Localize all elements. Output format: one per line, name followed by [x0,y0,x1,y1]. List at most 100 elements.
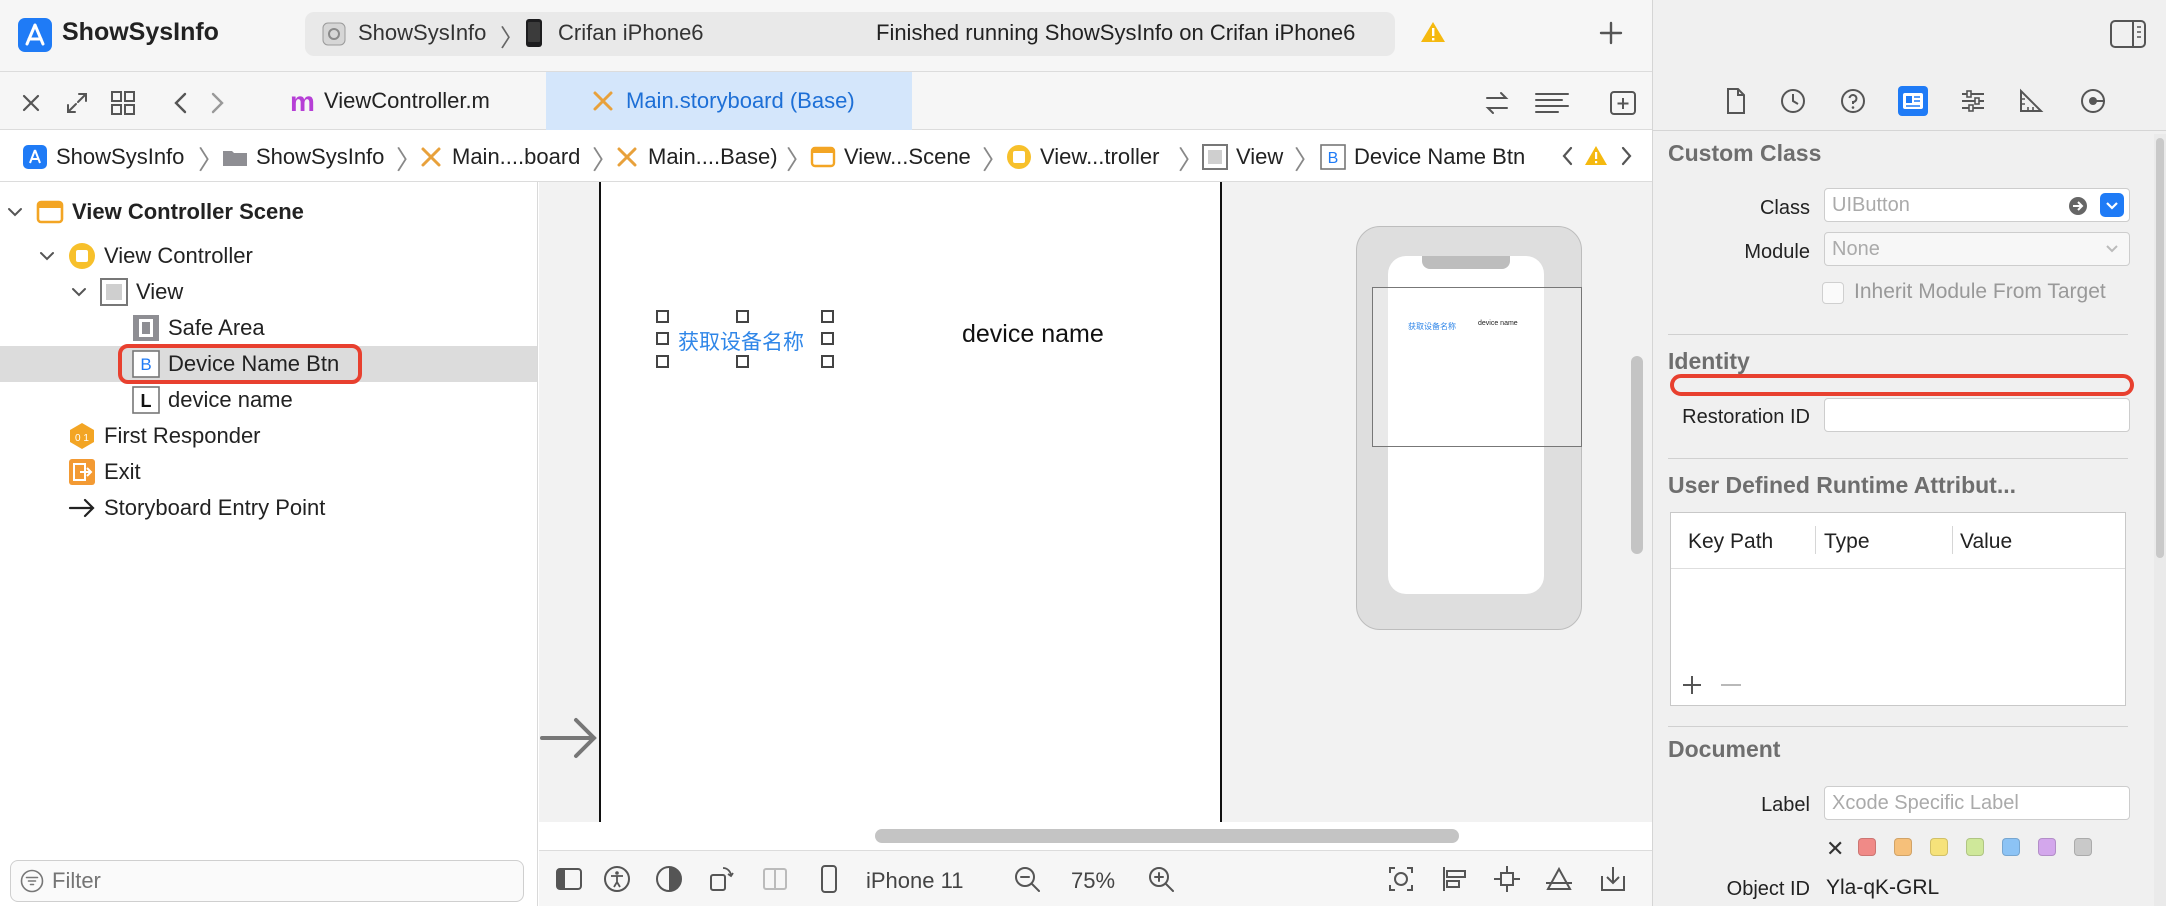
chevron-right-icon: 〉 [1294,145,1321,175]
scheme-selector[interactable]: ShowSysInfo [358,20,486,46]
add-attribute-icon[interactable] [1681,674,1703,696]
appearance-icon[interactable] [654,864,684,894]
device-name-label[interactable]: device name [962,320,1104,349]
related-items-icon[interactable] [108,88,138,118]
resize-handle[interactable] [656,332,669,345]
scheme-target-icon[interactable] [320,20,348,48]
color-swatch[interactable] [1966,838,1984,856]
inherit-module-checkbox[interactable] [1822,282,1844,304]
device-icon[interactable] [814,864,844,894]
outline-row-view-controller[interactable]: View Controller [0,238,537,274]
resize-handle[interactable] [656,310,669,323]
add-constraints-icon[interactable] [1492,864,1522,894]
breadcrumb-storyboard-base[interactable]: Main....Base) [614,142,778,172]
vertical-scrollbar[interactable] [1631,356,1643,554]
close-icon[interactable] [16,88,46,118]
color-swatch[interactable] [1858,838,1876,856]
outline-row-entry-point[interactable]: Storyboard Entry Point [0,490,537,526]
breadcrumb-button[interactable]: B Device Name Btn [1320,142,1525,172]
orientation-icon[interactable] [706,864,736,894]
history-inspector-icon[interactable] [1778,86,1808,116]
module-dropdown-icon[interactable] [2100,236,2124,260]
tab-label[interactable]: Main.storyboard (Base) [626,88,855,114]
next-issue-icon[interactable] [1614,142,1638,170]
zoom-level[interactable]: 75% [1071,868,1115,894]
device-name-button[interactable]: 获取设备名称 [678,326,804,356]
breadcrumb-storyboard[interactable]: Main....board [418,142,580,172]
toggle-outline-icon[interactable] [554,864,584,894]
outline-row-view[interactable]: View [0,274,537,310]
split-view-icon[interactable] [760,864,790,894]
code-review-icon[interactable] [1482,88,1512,118]
device-selector[interactable]: iPhone 11 [866,868,963,894]
remove-attribute-icon[interactable] [1721,684,1741,686]
filter-input[interactable] [52,864,492,898]
back-icon[interactable] [166,88,196,118]
column-header-value[interactable]: Value [1960,530,2012,554]
tab-label[interactable]: ViewController.m [324,88,490,114]
entry-point-arrow-icon[interactable] [540,710,600,766]
no-color-icon[interactable]: ✕ [1826,836,1844,862]
warning-icon[interactable] [1420,20,1446,44]
chevron-down-icon[interactable] [36,245,58,267]
class-dropdown-icon[interactable] [2100,193,2124,217]
size-inspector-icon[interactable] [2016,86,2046,116]
resize-handle[interactable] [821,332,834,345]
resize-handle[interactable] [821,310,834,323]
color-swatch[interactable] [2038,838,2056,856]
zoom-in-icon[interactable] [1146,864,1176,894]
minimap-notch [1422,256,1510,269]
color-swatch[interactable] [2002,838,2020,856]
align-icon[interactable] [1440,864,1470,894]
color-swatch[interactable] [1894,838,1912,856]
chevron-down-icon[interactable] [68,281,90,303]
forward-icon[interactable] [202,88,232,118]
attributes-inspector-icon[interactable] [1958,86,1988,116]
view-controller-frame[interactable] [599,182,1222,822]
identity-inspector-icon[interactable] [1898,86,1928,116]
outline-row-device-name-label[interactable]: L device name [0,382,537,418]
resolve-issues-icon[interactable] [1544,864,1574,894]
chevron-down-icon[interactable] [4,201,26,223]
toggle-inspector-icon[interactable] [2110,20,2146,48]
horizontal-scrollbar[interactable] [875,829,1459,843]
resize-handle[interactable] [821,355,834,368]
iphone-icon [525,18,543,48]
editor-options-icon[interactable] [1534,88,1570,118]
column-header-type[interactable]: Type [1824,530,1870,554]
outline-row-first-responder[interactable]: 0 1 First Responder [0,418,537,454]
column-header-key-path[interactable]: Key Path [1688,530,1773,554]
breadcrumb-view[interactable]: View [1202,142,1283,172]
color-swatch[interactable] [1930,838,1948,856]
file-inspector-icon[interactable] [1720,86,1750,116]
previous-issue-icon[interactable] [1556,142,1580,170]
go-to-class-icon[interactable] [2067,195,2089,217]
resize-handle[interactable] [736,355,749,368]
outline-label: View Controller [104,243,253,268]
add-library-icon[interactable] [1596,18,1626,48]
breadcrumb-scene[interactable]: View...Scene [810,142,971,172]
inspector-scrollbar[interactable] [2156,138,2164,558]
accessibility-icon[interactable] [602,864,632,894]
resize-handle[interactable] [736,310,749,323]
module-placeholder: None [1832,238,1880,260]
restoration-id-field[interactable] [1824,398,2130,432]
zoom-out-icon[interactable] [1012,864,1042,894]
outline-row-safe-area[interactable]: Safe Area [0,310,537,346]
connections-inspector-icon[interactable] [2078,86,2108,116]
resize-handle[interactable] [656,355,669,368]
update-frames-icon[interactable] [1386,864,1416,894]
breadcrumb-label: View...Scene [844,144,971,169]
minimap-viewport[interactable] [1372,287,1582,447]
help-inspector-icon[interactable] [1838,86,1868,116]
add-editor-icon[interactable] [1608,88,1638,118]
run-destination-selector[interactable]: Crifan iPhone6 [558,20,704,46]
outline-row-scene[interactable]: View Controller Scene [0,194,537,230]
color-swatch[interactable] [2074,838,2092,856]
warning-icon[interactable] [1584,144,1608,168]
breadcrumb-group[interactable]: ShowSysInfo [222,142,384,172]
breadcrumb-view-controller[interactable]: View...troller [1006,142,1159,172]
breadcrumb-project[interactable]: ShowSysInfo [22,142,184,172]
outline-row-exit[interactable]: Exit [0,454,537,490]
expand-icon[interactable] [62,88,92,118]
